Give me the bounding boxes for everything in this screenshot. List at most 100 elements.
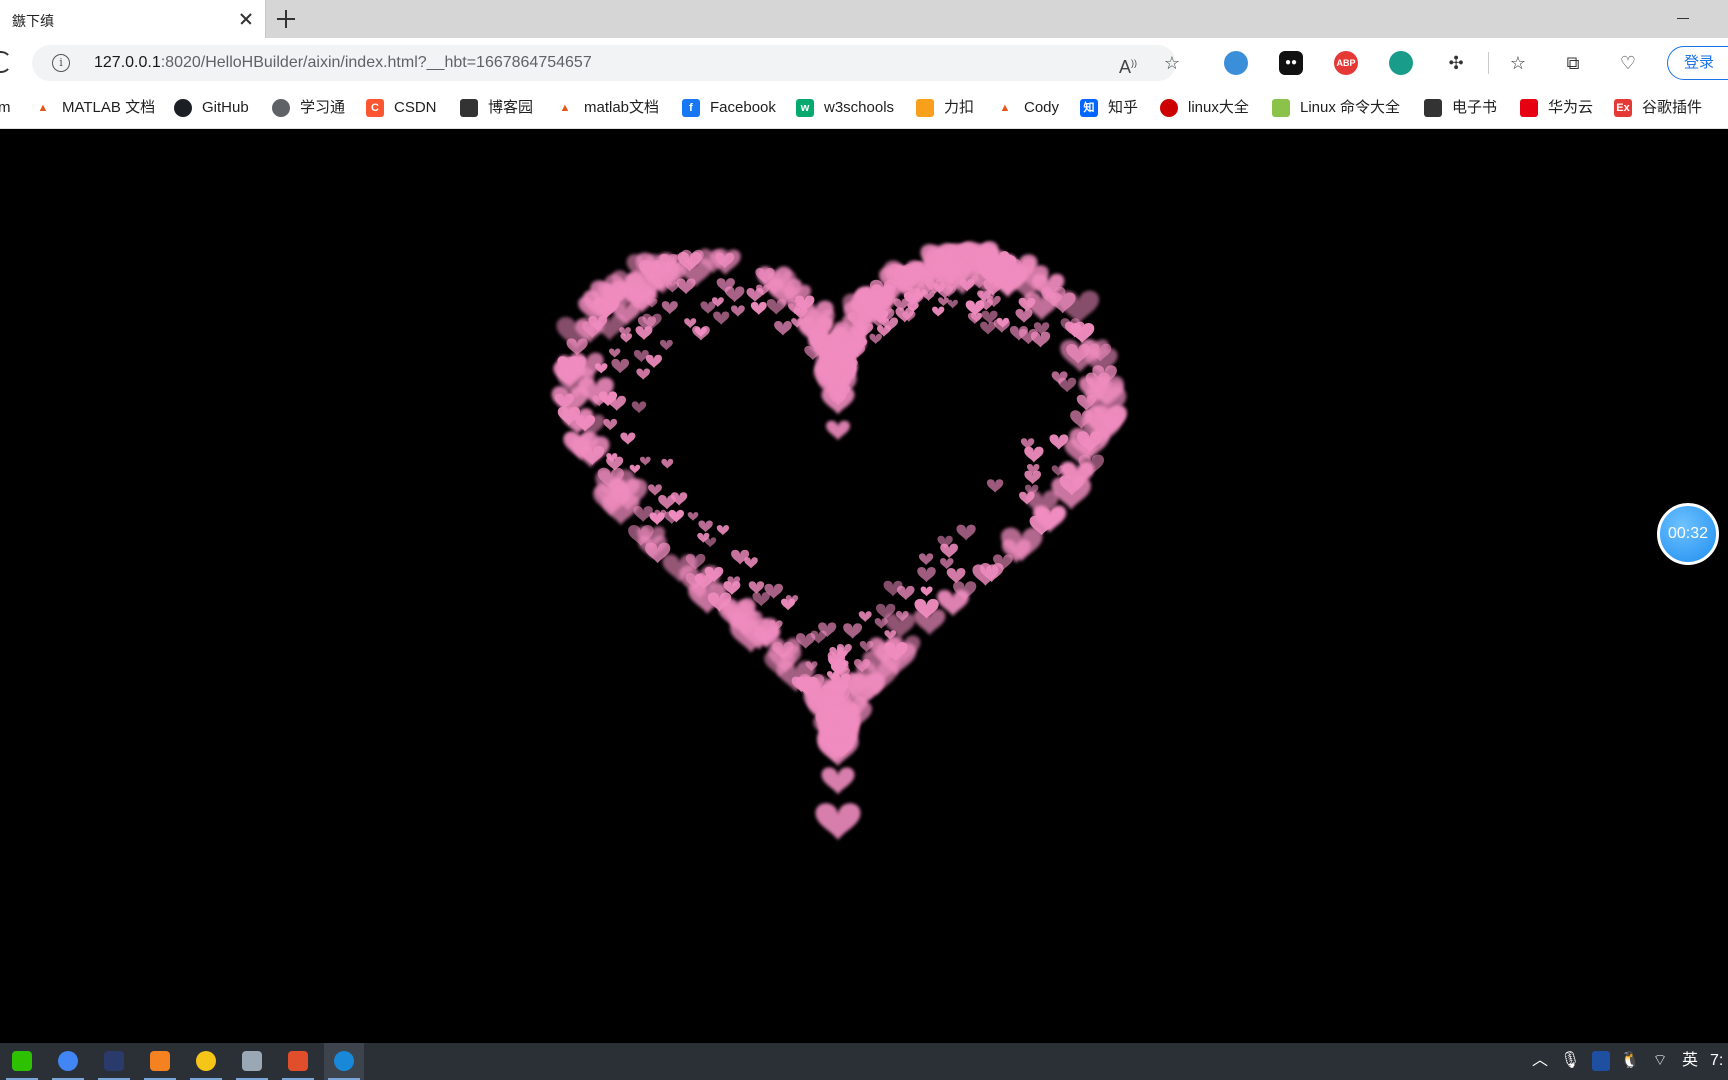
qq-icon[interactable]: 🐧: [1620, 1051, 1640, 1071]
small-heart: [620, 432, 636, 445]
taskbar-app-dark-icon[interactable]: [94, 1043, 134, 1080]
small-heart: [635, 326, 653, 340]
bookmark-label: linux大全: [1188, 99, 1249, 116]
add-favorite-icon[interactable]: ☆: [1160, 51, 1184, 75]
small-heart: [608, 348, 621, 358]
taskbar-hbuilder-icon[interactable]: [278, 1043, 318, 1080]
app-glyph: [288, 1051, 308, 1071]
wifi-icon[interactable]: ⌔: [1650, 1051, 1670, 1071]
minimize-window-icon[interactable]: [1672, 9, 1694, 29]
small-heart: [676, 278, 696, 295]
small-heart: [940, 543, 958, 559]
heart-shape: [551, 241, 1127, 840]
small-heart: [1058, 377, 1077, 393]
small-heart: [636, 368, 651, 380]
close-tab-icon[interactable]: [236, 9, 256, 29]
show-hidden-icons-icon[interactable]: ︿: [1530, 1051, 1550, 1071]
browser-tab[interactable]: 鏃下缜: [0, 0, 266, 38]
cnblogs-icon: [460, 99, 478, 117]
small-heart: [1015, 308, 1033, 323]
small-heart: [611, 358, 630, 374]
small-heart: [659, 339, 673, 351]
adblock-plus-icon[interactable]: ABP: [1334, 51, 1358, 75]
bookmark-label: CSDN: [394, 99, 437, 116]
small-heart: [713, 311, 730, 325]
app-glyph: [150, 1051, 170, 1071]
app-glyph: [334, 1051, 354, 1071]
small-heart: [918, 553, 934, 566]
small-heart: [661, 458, 674, 469]
small-heart: [938, 297, 949, 307]
bookmark-label: Cody: [1024, 99, 1060, 116]
bookmark-label: 谷歌插件: [1642, 99, 1703, 116]
small-heart: [917, 567, 936, 583]
small-heart: [940, 558, 954, 570]
small-heart: [639, 456, 651, 466]
small-heart: [946, 568, 966, 584]
small-heart: [658, 495, 676, 510]
login-button[interactable]: 登录: [1667, 46, 1728, 80]
small-heart: [750, 301, 767, 315]
read-aloud-icon[interactable]: A)): [1116, 51, 1140, 77]
small-heart: [700, 301, 716, 314]
floating-timer-badge[interactable]: 00:32: [1657, 503, 1719, 565]
input-method-indicator[interactable]: 英: [1678, 1051, 1702, 1071]
taskbar-wechat-icon[interactable]: [2, 1043, 42, 1080]
small-heart: [843, 623, 863, 639]
small-heart: [897, 585, 915, 601]
small-heart: [631, 401, 647, 414]
app-glyph: [58, 1051, 78, 1071]
bookmark-label: MATLAB 文档: [62, 99, 156, 116]
address-bar[interactable]: i 127.0.0.1:8020/HelloHBuilder/aixin/ind…: [32, 45, 1180, 81]
collections-icon[interactable]: ⧉: [1561, 51, 1585, 75]
bookmark-label: GitHub: [202, 99, 249, 116]
taskbar-app-bird-icon[interactable]: [232, 1043, 272, 1080]
tampermonkey-extension-icon[interactable]: ●●: [1279, 51, 1303, 75]
shield-extension-icon[interactable]: [1224, 51, 1248, 75]
small-heart: [956, 524, 976, 541]
taskbar-eclipse-like-icon[interactable]: [140, 1043, 180, 1080]
small-heart: [1020, 438, 1035, 450]
matlab-icon: ▲: [559, 102, 571, 114]
app-glyph: [196, 1051, 216, 1071]
huawei-icon: [1520, 99, 1538, 117]
globe-icon: [272, 99, 290, 117]
new-tab-icon[interactable]: [276, 9, 296, 29]
small-heart: [1030, 331, 1051, 348]
clock[interactable]: 7:: [1710, 1051, 1728, 1071]
small-heart: [748, 581, 765, 594]
taskbar-edge-icon[interactable]: [324, 1043, 364, 1080]
small-heart: [746, 287, 764, 302]
favorites-icon[interactable]: ☆: [1506, 51, 1530, 75]
small-heart: [932, 306, 945, 317]
zhihu-icon: 知: [1080, 99, 1098, 117]
address-url[interactable]: 127.0.0.1:8020/HelloHBuilder/aixin/index…: [94, 54, 592, 72]
bookmark-label: m: [0, 99, 11, 116]
bookmark-label: 电子书: [1452, 99, 1498, 116]
windows-taskbar: ︿ 🎙 🐧 ⌔ 英 7:: [0, 1043, 1728, 1080]
small-heart: [920, 586, 933, 597]
green-extension-icon[interactable]: [1389, 51, 1413, 75]
tab-strip: 鏃下缜: [0, 0, 1728, 38]
csdn-icon: C: [366, 99, 384, 117]
small-heart: [1024, 446, 1044, 463]
small-heart: [980, 321, 996, 335]
microphone-icon[interactable]: 🎙: [1560, 1051, 1580, 1071]
app-glyph: [104, 1051, 124, 1071]
small-heart: [648, 484, 662, 496]
leetcode-icon: [916, 99, 934, 117]
page-content: 00:32: [0, 129, 1728, 1043]
browser-essentials-icon[interactable]: ♡: [1616, 51, 1640, 75]
app-glyph: [12, 1051, 32, 1071]
extensions-puzzle-icon[interactable]: ✣: [1444, 51, 1468, 75]
taskbar-chrome-icon[interactable]: [48, 1043, 88, 1080]
taskbar-app-yellow-icon[interactable]: [186, 1043, 226, 1080]
bookmark-label: Facebook: [710, 99, 776, 116]
small-heart: [692, 326, 710, 341]
tray-app-icon[interactable]: [1592, 1051, 1610, 1071]
small-heart: [744, 557, 758, 569]
reload-icon[interactable]: [0, 51, 12, 73]
github-icon: [174, 99, 192, 117]
site-info-icon[interactable]: i: [52, 54, 70, 72]
redhat-icon: [1160, 99, 1178, 117]
